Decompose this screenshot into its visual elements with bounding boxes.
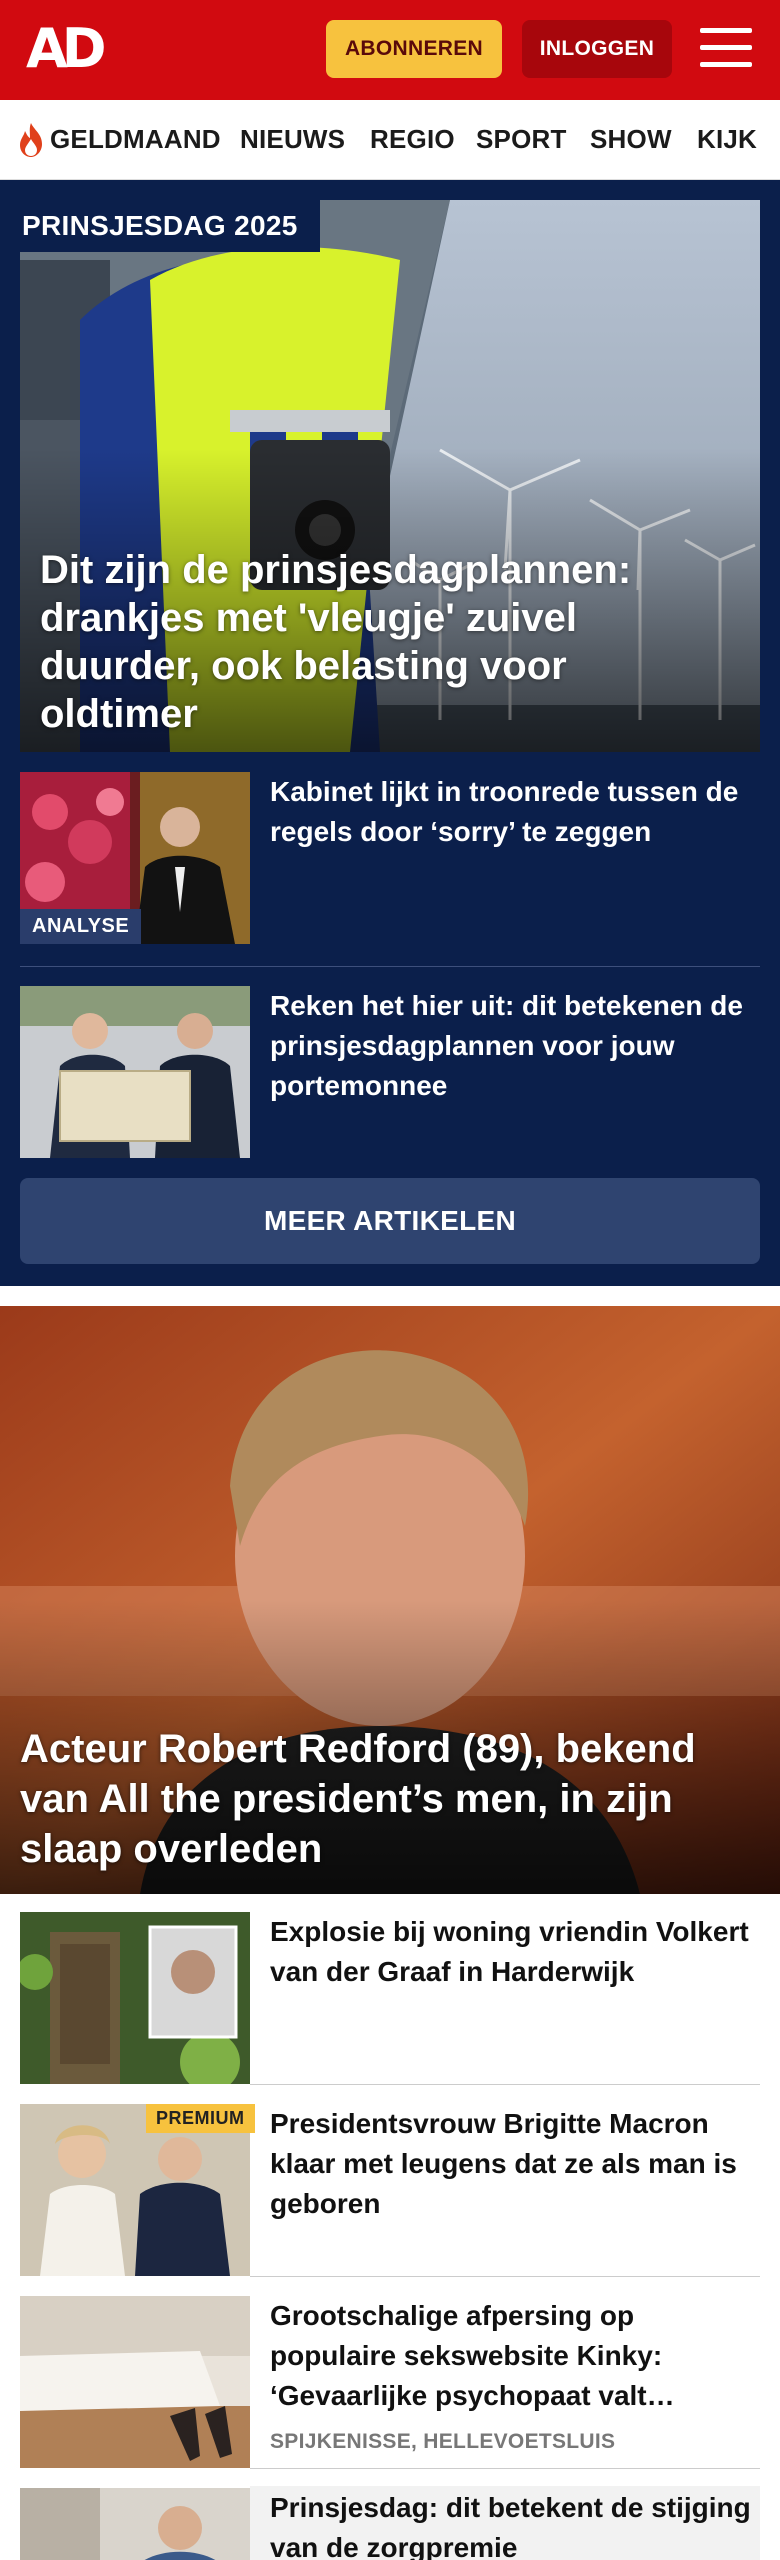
- article-headline[interactable]: Presidentsvrouw Brigitte Macron klaar me…: [270, 2104, 760, 2224]
- top-bar: AD ABONNEREN INLOGGEN: [0, 0, 780, 100]
- nav-item-nieuws[interactable]: NIEUWS: [240, 124, 345, 155]
- more-articles-button[interactable]: MEER ARTIKELEN: [20, 1178, 760, 1264]
- prinsjesdag-hero-article[interactable]: PRINSJESDAG 2025 Dit zijn de prinsjesdag…: [20, 200, 760, 752]
- article-headline[interactable]: Kabinet lijkt in troonrede tussen de reg…: [270, 772, 760, 852]
- divider: [250, 2276, 760, 2277]
- article-item[interactable]: Reken het hier uit: dit betekenen de pri…: [20, 986, 760, 1158]
- article-thumbnail: [20, 2488, 250, 2560]
- nav-item-kijk[interactable]: KIJK: [697, 124, 757, 155]
- divider: [20, 966, 760, 967]
- ad-logo[interactable]: AD: [26, 20, 107, 78]
- article-headline[interactable]: Reken het hier uit: dit betekenen de pri…: [270, 986, 760, 1106]
- article-item[interactable]: Explosie bij woning vriendin Volkert van…: [20, 1912, 760, 2084]
- hamburger-icon[interactable]: [700, 26, 752, 70]
- article-thumbnail: [20, 1912, 250, 2084]
- article-item[interactable]: PREMIUM Presidentsvrouw Brigitte Macron …: [20, 2104, 760, 2276]
- login-button[interactable]: INLOGGEN: [522, 20, 672, 78]
- nav-item-sport[interactable]: SPORT: [476, 124, 567, 155]
- nav-item-regio[interactable]: REGIO: [370, 124, 455, 155]
- main-navigation: GELDMAAND NIEUWS REGIO SPORT SHOW KIJK: [0, 100, 780, 180]
- article-item[interactable]: Prinsjesdag: dit betekent de stijging va…: [20, 2488, 760, 2560]
- section-label: PRINSJESDAG 2025: [20, 200, 320, 252]
- subscribe-button[interactable]: ABONNEREN: [326, 20, 502, 78]
- article-headline[interactable]: Grootschalige afpersing op populaire sek…: [270, 2296, 760, 2416]
- article-item[interactable]: Grootschalige afpersing op populaire sek…: [20, 2296, 760, 2468]
- article-thumbnail: [20, 2296, 250, 2468]
- nav-item-show[interactable]: SHOW: [590, 124, 672, 155]
- divider: [250, 2468, 760, 2469]
- article-headline[interactable]: Prinsjesdag: dit betekent de stijging va…: [270, 2488, 760, 2560]
- article-location: SPIJKENISSE, HELLEVOETSLUIS: [270, 2430, 616, 2453]
- article-thumbnail: [20, 986, 250, 1158]
- featured-headline[interactable]: Acteur Robert Redford (89), bekend van A…: [20, 1724, 740, 1874]
- hero-headline[interactable]: Dit zijn de prinsjesdagplannen: drankjes…: [40, 546, 700, 738]
- nav-item-geldmaand[interactable]: GELDMAAND: [50, 124, 221, 155]
- featured-article[interactable]: Acteur Robert Redford (89), bekend van A…: [0, 1306, 780, 1894]
- article-headline[interactable]: Explosie bij woning vriendin Volkert van…: [270, 1912, 760, 1992]
- article-item[interactable]: ANALYSE Kabinet lijkt in troonrede tusse…: [20, 772, 760, 944]
- divider: [250, 2084, 760, 2085]
- prinsjesdag-section: PRINSJESDAG 2025 Dit zijn de prinsjesdag…: [0, 180, 780, 1286]
- flame-icon: [20, 123, 42, 157]
- premium-badge: PREMIUM: [146, 2104, 255, 2133]
- analyse-badge: ANALYSE: [20, 909, 142, 944]
